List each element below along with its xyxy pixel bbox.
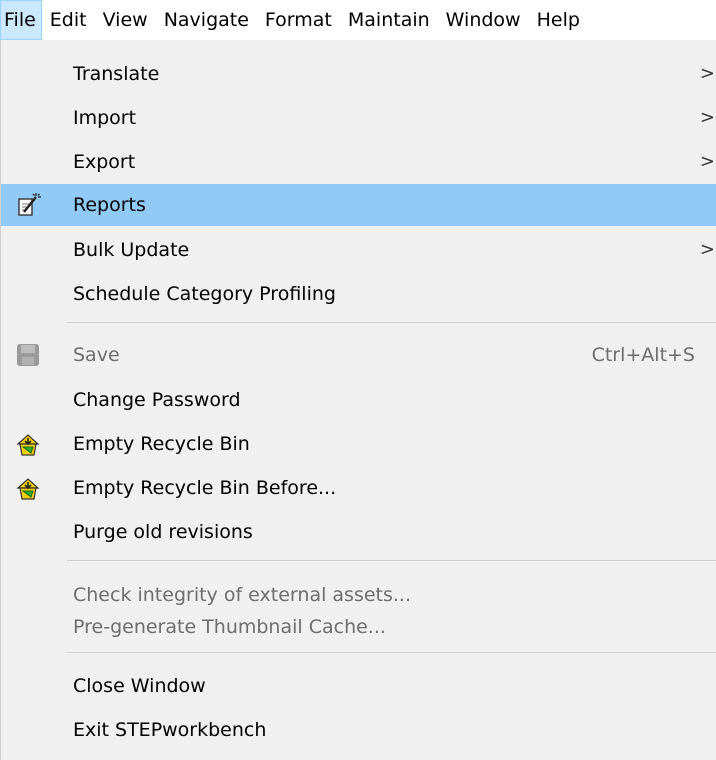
exit-label: Exit STEPworkbench: [73, 719, 267, 741]
menu-format[interactable]: Format: [257, 0, 340, 40]
menu-edit[interactable]: Edit: [42, 0, 95, 40]
menu-item-translate[interactable]: Translate >: [1, 53, 716, 95]
import-label: Import: [73, 107, 137, 129]
menu-item-empty-recycle-bin[interactable]: Empty Recycle Bin: [1, 423, 716, 465]
recycle-bin-icon: [15, 431, 41, 457]
file-dropdown-menu: Translate > Import > Export > Reports Bu…: [0, 40, 716, 760]
reports-label: Reports: [73, 194, 146, 216]
save-shortcut: Ctrl+Alt+S: [591, 344, 695, 366]
empty-recycle-bin-before-label: Empty Recycle Bin Before...: [73, 477, 337, 499]
export-label: Export: [73, 151, 136, 173]
menu-bar: File Edit View Navigate Format Maintain …: [0, 0, 716, 40]
menu-help[interactable]: Help: [529, 0, 588, 40]
close-window-label: Close Window: [73, 675, 206, 697]
menu-item-save[interactable]: Save Ctrl+Alt+S: [1, 334, 716, 376]
menu-separator: [67, 322, 716, 323]
chevron-right-icon: >: [699, 63, 715, 84]
purge-old-revisions-label: Purge old revisions: [73, 521, 253, 543]
chevron-right-icon: >: [699, 151, 715, 172]
report-wand-icon: [15, 192, 41, 218]
menu-item-change-password[interactable]: Change Password: [1, 379, 716, 421]
menu-item-export[interactable]: Export >: [1, 141, 716, 183]
menu-separator: [67, 652, 716, 653]
menu-item-bulk-update[interactable]: Bulk Update >: [1, 229, 716, 271]
change-password-label: Change Password: [73, 389, 241, 411]
menu-item-close-window[interactable]: Close Window: [1, 665, 716, 707]
translate-label: Translate: [73, 63, 160, 85]
menu-item-import[interactable]: Import >: [1, 97, 716, 139]
save-label: Save: [73, 344, 120, 366]
menu-item-purge-old-revisions[interactable]: Purge old revisions: [1, 511, 716, 553]
save-disk-icon: [15, 342, 41, 368]
empty-recycle-bin-label: Empty Recycle Bin: [73, 433, 250, 455]
menu-item-exit[interactable]: Exit STEPworkbench: [1, 709, 716, 751]
menu-item-empty-recycle-bin-before[interactable]: Empty Recycle Bin Before...: [1, 467, 716, 509]
menu-navigate[interactable]: Navigate: [156, 0, 257, 40]
chevron-right-icon: >: [699, 107, 715, 128]
menu-item-pregenerate-thumbnail[interactable]: Pre-generate Thumbnail Cache...: [1, 606, 716, 648]
schedule-category-profiling-label: Schedule Category Profiling: [73, 283, 336, 305]
chevron-right-icon: >: [699, 239, 715, 260]
recycle-bin-icon: [15, 475, 41, 501]
menu-item-schedule-category-profiling[interactable]: Schedule Category Profiling: [1, 273, 716, 315]
menu-maintain[interactable]: Maintain: [340, 0, 438, 40]
menu-separator: [67, 560, 716, 561]
menu-file[interactable]: File: [0, 0, 42, 40]
menu-item-reports[interactable]: Reports: [1, 184, 716, 226]
bulk-update-label: Bulk Update: [73, 239, 190, 261]
menu-window[interactable]: Window: [438, 0, 529, 40]
pregenerate-thumbnail-label: Pre-generate Thumbnail Cache...: [73, 616, 386, 638]
menu-view[interactable]: View: [95, 0, 156, 40]
